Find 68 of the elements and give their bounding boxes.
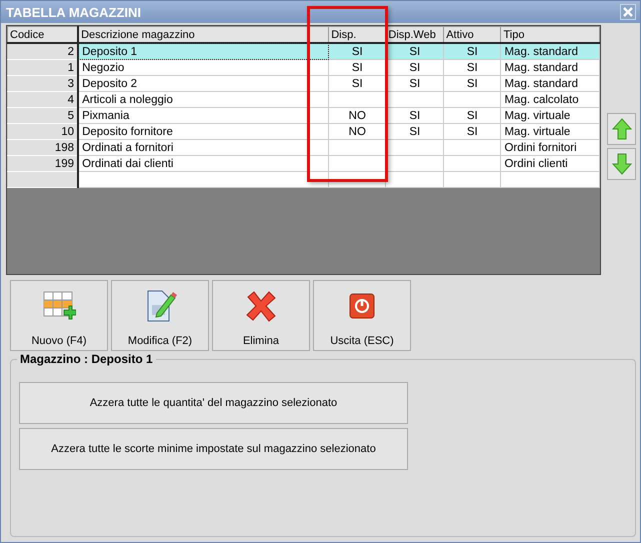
action-button[interactable]: Azzera tutte le quantita' del magazzino selezionato (19, 382, 408, 424)
table-row[interactable]: 198 Ordinati a fornitori Ordini fornitori (8, 140, 600, 156)
table-cell: 4 (68, 94, 74, 106)
table-cell: Deposito 2 (82, 78, 138, 90)
table-cell: SI (466, 110, 478, 122)
toolbar-button[interactable]: Elimina (212, 280, 310, 351)
table-cell: SI (352, 62, 363, 74)
table-cell: Mag. virtuale (504, 126, 570, 138)
table-cell: 199 (54, 158, 74, 170)
down-arrow-icon (612, 153, 632, 175)
table-cell: Ordini clienti (504, 158, 568, 170)
column-header[interactable]: Tipo (500, 26, 600, 43)
table-cell: 2 (68, 46, 74, 58)
table-cell: SI (466, 78, 478, 90)
table-cell: Mag. standard (504, 78, 578, 90)
table-cell: NO (348, 126, 366, 138)
column-header[interactable]: Descrizione magazzino (78, 26, 329, 43)
table-cell: SI (352, 46, 363, 58)
table-cell: SI (409, 46, 420, 58)
window-title: TABELLA MAGAZZINI (6, 4, 142, 20)
table-cell: Mag. standard (504, 62, 578, 74)
table-cell: Mag. virtuale (504, 110, 570, 122)
move-down-button[interactable] (607, 148, 636, 180)
column-header[interactable]: Attivo (444, 26, 501, 43)
table-cell: Deposito 1 (82, 46, 138, 58)
table-cell: SI (466, 46, 478, 58)
table-cell: SI (409, 78, 420, 90)
table-cell: SI (466, 126, 478, 138)
table-row[interactable]: 3 Deposito 2 SI SI SI Mag. standard (8, 76, 600, 92)
table-cell: Ordinati dai clienti (82, 158, 174, 170)
table-cell: 10 (61, 126, 74, 138)
column-header[interactable]: Codice (8, 26, 78, 43)
table-cell: Ordinati a fornitori (82, 142, 174, 154)
table-cell: NO (348, 110, 366, 122)
column-header[interactable]: Disp. (328, 26, 386, 43)
table-row[interactable]: 2 Deposito 1 SI SI SI Mag. standard (8, 43, 600, 60)
table-cell: SI (409, 110, 420, 122)
column-header[interactable]: Disp.Web (386, 26, 444, 43)
table-row[interactable]: 1 Negozio SI SI SI Mag. standard (8, 60, 600, 76)
table-cell: Negozio (82, 62, 124, 74)
table-cell: 1 (68, 62, 74, 74)
table-cell: SI (409, 126, 420, 138)
table-row[interactable]: 4 Articoli a noleggio Mag. calcolato (8, 92, 600, 108)
table-cell: Ordini fornitori (504, 142, 577, 154)
table-cell: Deposito fornitore (82, 126, 173, 138)
action-button[interactable]: Azzera tutte le scorte minime impostate sul magazzino selezionato (19, 428, 408, 470)
table-cell: SI (466, 62, 478, 74)
close-button[interactable] (620, 4, 636, 20)
table-row[interactable]: 199 Ordinati dai clienti Ordini clienti (8, 156, 600, 172)
group-title: Magazzino : Deposito 1 (17, 352, 156, 366)
table-row[interactable]: 10 Deposito fornitore NO SI SI Mag. virtuale (8, 124, 600, 140)
table-cell: Mag. standard (504, 46, 578, 58)
table-cell: 5 (68, 110, 74, 122)
table-cell: SI (409, 62, 420, 74)
table-cell: Pixmania (82, 110, 130, 122)
close-icon (623, 7, 633, 17)
table-cell: Mag. calcolato (504, 94, 579, 106)
move-up-button[interactable] (607, 113, 636, 145)
table-cell: 198 (54, 142, 74, 154)
up-arrow-icon (612, 118, 632, 140)
toolbar-button[interactable]: Nuovo (F4) (10, 280, 108, 351)
toolbar-button[interactable]: Uscita (ESC) (313, 280, 411, 351)
table-cell: 3 (68, 78, 74, 90)
toolbar-button[interactable]: Modifica (F2) (111, 280, 209, 351)
table-cell: SI (352, 78, 363, 90)
table-row[interactable]: 5 Pixmania NO SI SI Mag. virtuale (8, 108, 600, 124)
delete-x-icon (244, 289, 278, 323)
table-cell: Articoli a noleggio (82, 94, 173, 106)
